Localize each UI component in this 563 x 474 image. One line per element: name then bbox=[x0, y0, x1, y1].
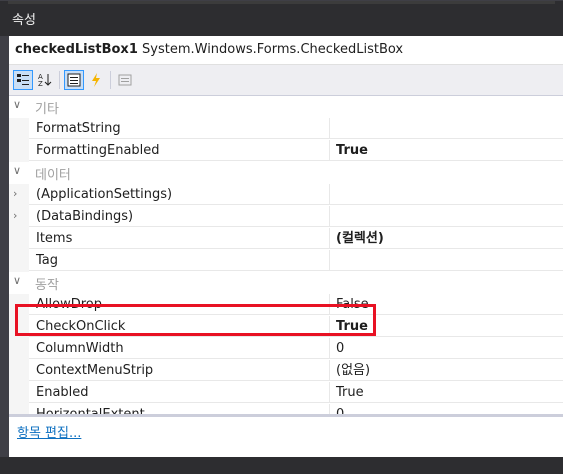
expand-icon[interactable]: › bbox=[13, 209, 17, 222]
category-label: 데이터 bbox=[35, 168, 71, 183]
collapse-icon[interactable]: ∨ bbox=[13, 98, 21, 111]
property-row-formattingenabled[interactable]: FormattingEnabled True bbox=[9, 140, 563, 162]
svg-text:Z: Z bbox=[38, 80, 43, 87]
property-row-databindings[interactable]: › (DataBindings) bbox=[9, 206, 563, 228]
property-row-checkonclick[interactable]: CheckOnClick True bbox=[9, 316, 563, 338]
row-gutter: › bbox=[9, 184, 29, 206]
object-type: System.Windows.Forms.CheckedListBox bbox=[142, 42, 404, 57]
property-value[interactable] bbox=[330, 206, 563, 227]
toolbar-separator bbox=[110, 71, 111, 89]
property-row-items[interactable]: Items (컬렉션) bbox=[9, 228, 563, 250]
property-pages-icon[interactable] bbox=[115, 70, 135, 90]
row-gutter bbox=[9, 250, 29, 272]
collapse-icon[interactable]: ∨ bbox=[13, 274, 21, 287]
row-gutter bbox=[9, 118, 29, 140]
object-name: checkedListBox1 bbox=[15, 42, 138, 57]
property-value[interactable]: False bbox=[330, 294, 563, 315]
bottom-bar bbox=[0, 457, 563, 474]
property-name: Enabled bbox=[29, 382, 330, 403]
property-row-enabled[interactable]: Enabled True bbox=[9, 382, 563, 404]
expand-icon[interactable]: › bbox=[13, 187, 17, 200]
property-value[interactable]: (없음) bbox=[330, 360, 563, 381]
property-row-columnwidth[interactable]: ColumnWidth 0 bbox=[9, 338, 563, 360]
commands-pane: 항목 편집... bbox=[9, 417, 563, 457]
events-icon[interactable] bbox=[86, 70, 106, 90]
row-gutter bbox=[9, 294, 29, 316]
property-value[interactable] bbox=[330, 118, 563, 139]
property-value[interactable] bbox=[330, 184, 563, 205]
window-title: 속성 bbox=[12, 13, 36, 28]
property-name: ContextMenuStrip bbox=[29, 360, 330, 381]
titlebar-accent bbox=[8, 1, 555, 4]
properties-panel: checkedListBox1 System.Windows.Forms.Che… bbox=[9, 36, 563, 457]
property-name: AllowDrop bbox=[29, 294, 330, 315]
property-value[interactable] bbox=[330, 250, 563, 271]
property-name: Tag bbox=[29, 250, 330, 271]
left-edge-strip bbox=[0, 36, 9, 457]
property-name: ColumnWidth bbox=[29, 338, 330, 359]
edit-items-link[interactable]: 항목 편집... bbox=[17, 422, 81, 441]
property-value[interactable]: (컬렉션) bbox=[330, 228, 563, 249]
row-gutter: › bbox=[9, 206, 29, 228]
property-name: (ApplicationSettings) bbox=[29, 184, 330, 205]
property-name: FormatString bbox=[29, 118, 330, 139]
property-name: Items bbox=[29, 228, 330, 249]
property-row-contextmenustrip[interactable]: ContextMenuStrip (없음) bbox=[9, 360, 563, 382]
row-gutter bbox=[9, 140, 29, 162]
properties-window-titlebar: 속성 bbox=[0, 0, 563, 36]
alphabetical-icon[interactable]: AZ bbox=[35, 70, 55, 90]
category-behavior[interactable]: ∨ 동작 bbox=[9, 272, 563, 294]
property-row-formatstring[interactable]: FormatString bbox=[9, 118, 563, 140]
property-grid: ∨ 기타 FormatString FormattingEnabled True… bbox=[9, 96, 563, 418]
row-gutter bbox=[9, 228, 29, 250]
property-name: (DataBindings) bbox=[29, 206, 330, 227]
category-label: 기타 bbox=[35, 102, 59, 117]
category-misc[interactable]: ∨ 기타 bbox=[9, 96, 563, 118]
category-data[interactable]: ∨ 데이터 bbox=[9, 162, 563, 184]
row-gutter bbox=[9, 382, 29, 404]
property-name: CheckOnClick bbox=[29, 316, 330, 337]
property-row-allowdrop[interactable]: AllowDrop False bbox=[9, 294, 563, 316]
categorized-icon[interactable] bbox=[13, 70, 33, 90]
properties-icon[interactable] bbox=[64, 70, 84, 90]
collapse-icon[interactable]: ∨ bbox=[13, 164, 21, 177]
property-name: FormattingEnabled bbox=[29, 140, 330, 161]
row-gutter bbox=[9, 360, 29, 382]
property-value[interactable]: True bbox=[330, 382, 563, 403]
property-row-applicationsettings[interactable]: › (ApplicationSettings) bbox=[9, 184, 563, 206]
property-value[interactable]: True bbox=[330, 316, 563, 337]
properties-toolbar: AZ bbox=[9, 65, 563, 96]
property-value[interactable]: True bbox=[330, 140, 563, 161]
toolbar-separator bbox=[59, 71, 60, 89]
object-selector[interactable]: checkedListBox1 System.Windows.Forms.Che… bbox=[9, 36, 563, 65]
property-value[interactable]: 0 bbox=[330, 338, 563, 359]
row-gutter bbox=[9, 338, 29, 360]
category-label: 동작 bbox=[35, 278, 59, 293]
property-row-tag[interactable]: Tag bbox=[9, 250, 563, 272]
row-gutter bbox=[9, 316, 29, 338]
